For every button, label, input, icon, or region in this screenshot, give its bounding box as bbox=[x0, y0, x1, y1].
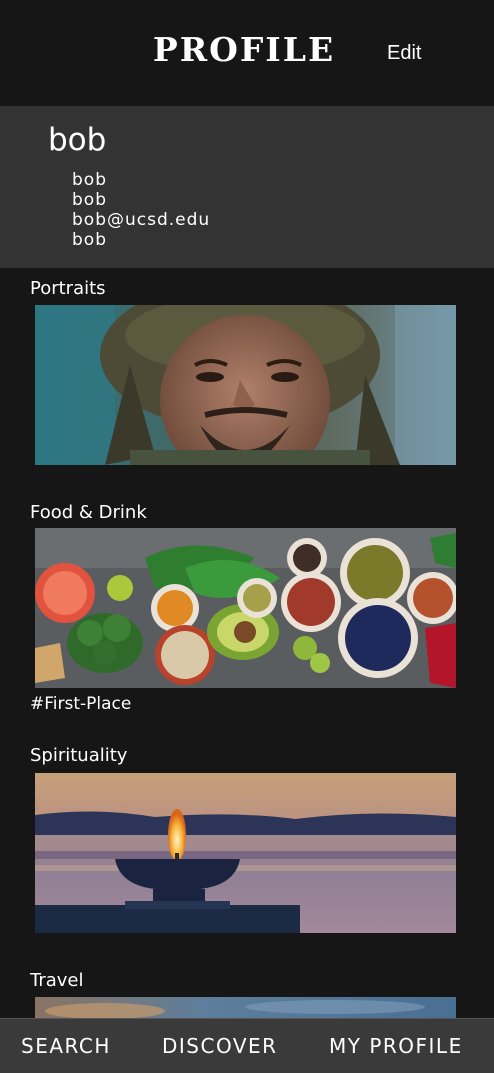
travel-image[interactable] bbox=[35, 997, 456, 1018]
portraits-photo bbox=[35, 305, 456, 465]
category-label-spirituality: Spirituality bbox=[30, 745, 128, 766]
nav-search[interactable]: SEARCH bbox=[21, 1034, 111, 1058]
food-drink-photo bbox=[35, 528, 456, 688]
food-drink-award-tag: #First-Place bbox=[30, 694, 132, 714]
header: PROFILE Edit bbox=[0, 0, 494, 106]
user-email: bob@ucsd.edu bbox=[72, 210, 211, 230]
spirituality-image[interactable] bbox=[35, 773, 456, 933]
category-label-travel: Travel bbox=[30, 970, 84, 991]
nav-my-profile[interactable]: MY PROFILE bbox=[329, 1034, 463, 1058]
bottom-navigation: SEARCH DISCOVER MY PROFILE bbox=[0, 1018, 494, 1073]
portraits-image[interactable] bbox=[35, 305, 456, 465]
user-username: bob bbox=[72, 230, 107, 250]
user-last-name: bob bbox=[72, 190, 107, 210]
nav-discover[interactable]: DISCOVER bbox=[162, 1034, 278, 1058]
user-details: bob bob bob@ucsd.edu bob bbox=[72, 170, 210, 250]
category-label-portraits: Portraits bbox=[30, 278, 106, 299]
user-info-panel: bob bob bob bob@ucsd.edu bob bbox=[0, 106, 494, 268]
user-first-name: bob bbox=[72, 170, 107, 190]
spirituality-photo bbox=[35, 773, 456, 933]
travel-photo bbox=[35, 997, 456, 1018]
food-drink-image[interactable] bbox=[35, 528, 456, 688]
category-label-food-drink: Food & Drink bbox=[30, 502, 147, 523]
user-display-name: bob bbox=[48, 122, 107, 158]
edit-button[interactable]: Edit bbox=[387, 42, 421, 65]
